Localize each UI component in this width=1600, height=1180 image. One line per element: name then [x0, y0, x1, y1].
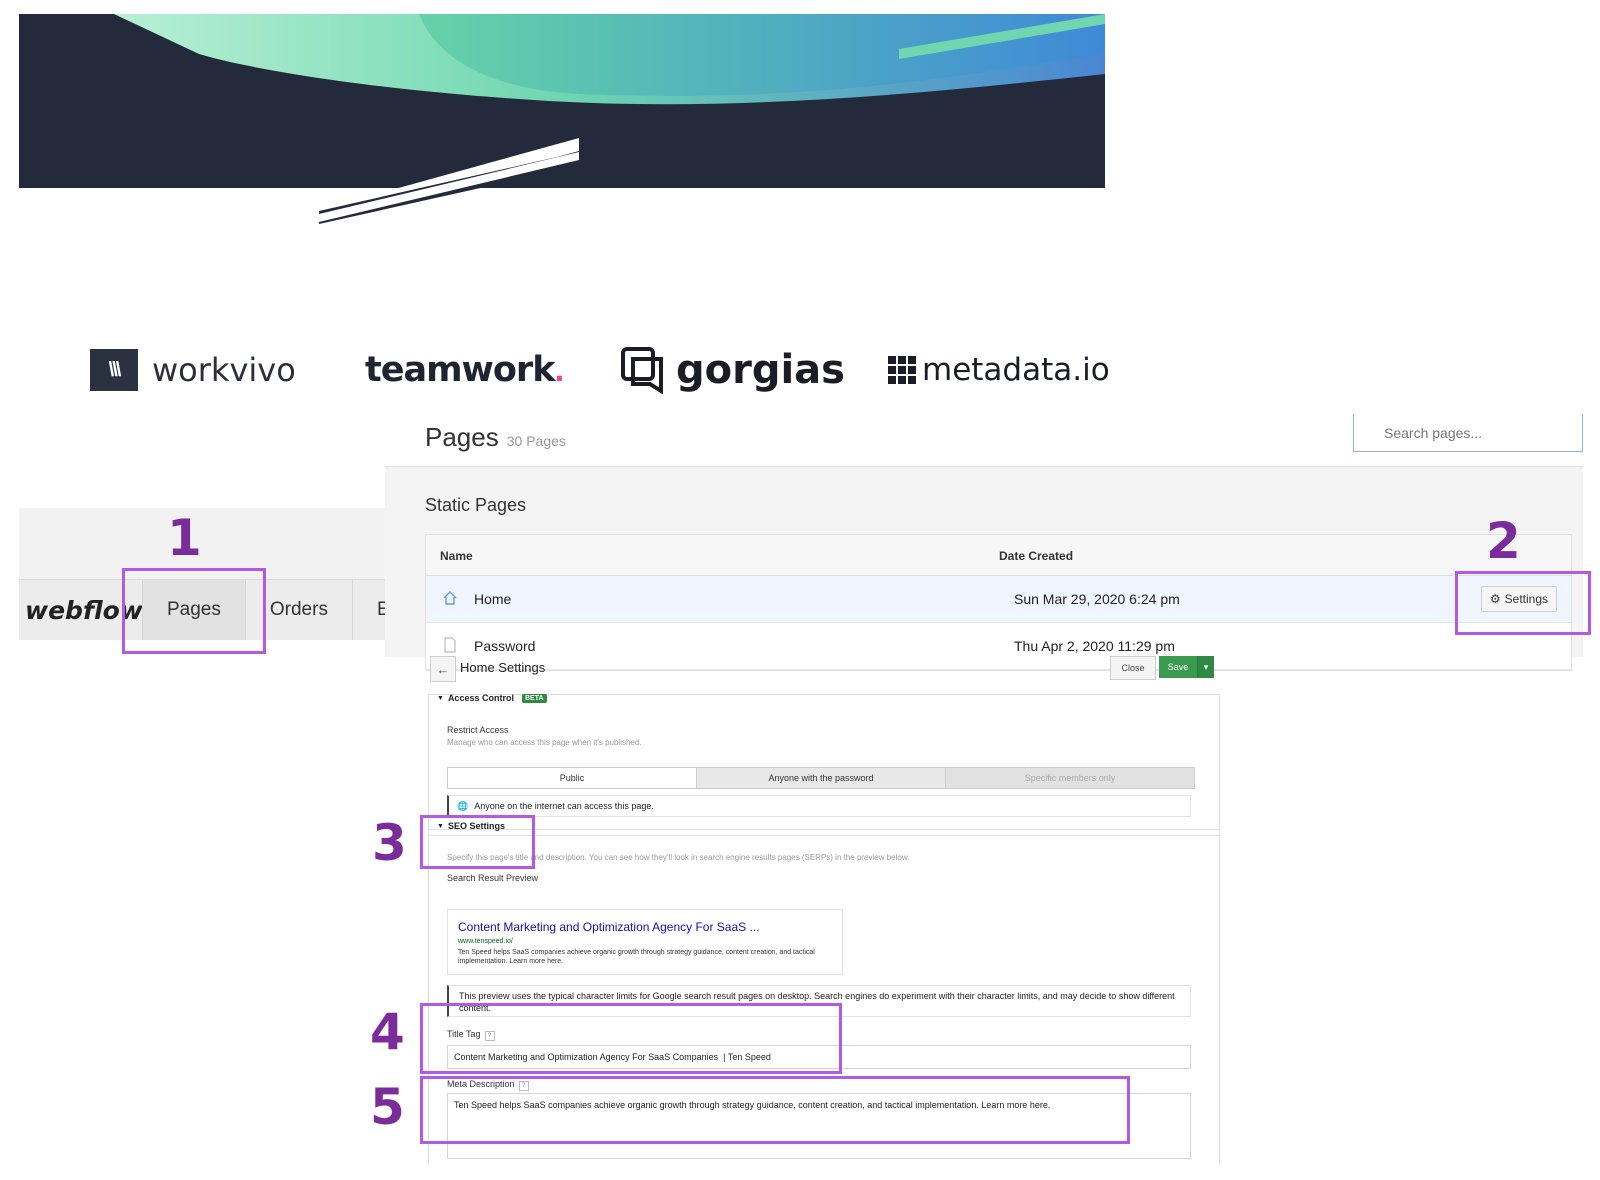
section-divider — [429, 835, 1219, 836]
caret-down-icon: ▼ — [437, 694, 444, 702]
gorgias-mark-icon — [621, 347, 663, 394]
annotation-box-5 — [420, 1076, 1130, 1144]
save-button[interactable]: Save — [1159, 656, 1197, 678]
serp-title: Content Marketing and Optimization Agenc… — [458, 920, 760, 934]
column-header-name: Name — [440, 549, 473, 563]
access-note-text: Anyone on the internet can access this p… — [474, 801, 654, 811]
serp-url: www.tenspeed.io/ — [458, 938, 513, 945]
restrict-access-hint: Manage who can access this page when it'… — [447, 738, 642, 747]
home-icon — [443, 591, 457, 605]
table-header: Name Date Created — [426, 535, 1571, 576]
table-row-home[interactable]: Home Sun Mar 29, 2020 6:24 pm ⚙ Settings — [426, 576, 1571, 623]
search-input[interactable] — [1353, 414, 1583, 452]
search-preview-label: Search Result Preview — [447, 873, 539, 883]
workvivo-wordmark: workvivo — [152, 351, 296, 389]
access-control-heading[interactable]: ▼ Access Control BETA — [437, 693, 547, 703]
page-title: Pages 30 Pages — [425, 422, 566, 453]
metadata-grid-icon — [888, 356, 916, 384]
annotation-number-3: 3 — [372, 814, 407, 872]
hero-banner-graphic — [19, 14, 1105, 234]
gorgias-logo: gorgias — [620, 340, 845, 400]
annotation-number-1: 1 — [167, 509, 202, 567]
annotation-number-4: 4 — [370, 1003, 405, 1061]
pages-count: 30 Pages — [506, 433, 566, 449]
workvivo-logo: \\\ workvivo — [90, 340, 296, 400]
access-control-title: Access Control — [447, 693, 514, 703]
search-result-preview: Content Marketing and Optimization Agenc… — [447, 909, 843, 975]
teamwork-dot: . — [554, 350, 565, 389]
document-icon — [444, 637, 456, 653]
pages-header: Pages 30 Pages — [385, 414, 1583, 466]
annotation-box-3 — [420, 815, 535, 869]
close-button[interactable]: Close — [1110, 656, 1156, 680]
row-date: Thu Apr 2, 2020 11:29 pm — [1014, 638, 1175, 654]
section-divider — [429, 829, 1219, 830]
static-pages-title: Static Pages — [425, 495, 527, 515]
pages-table: Name Date Created Home Sun Mar 29, 2020 … — [425, 534, 1572, 671]
column-header-date: Date Created — [999, 549, 1074, 563]
chevron-down-icon[interactable]: ▾ — [1197, 656, 1214, 678]
access-segmented-control: Public Anyone with the password Specific… — [447, 767, 1195, 789]
option-members: Specific members only — [946, 768, 1194, 788]
restrict-access-label: Restrict Access — [447, 725, 509, 735]
annotation-number-5: 5 — [370, 1078, 405, 1136]
back-arrow-icon[interactable]: ← — [430, 656, 456, 682]
pages-body: Static Pages Name Date Created Home Sun … — [385, 466, 1583, 671]
workvivo-mark-icon: \\\ — [90, 349, 138, 391]
home-settings-header: ← Home Settings Close Save ▾ — [430, 656, 1220, 686]
access-note: 🌐 Anyone on the internet can access this… — [447, 795, 1191, 817]
annotation-box-1 — [122, 568, 266, 654]
beta-badge: BETA — [521, 693, 547, 703]
globe-icon: 🌐 — [457, 800, 469, 811]
option-public[interactable]: Public — [448, 768, 697, 788]
teamwork-wordmark: teamwork — [365, 350, 555, 390]
annotation-box-4 — [420, 1003, 842, 1074]
gorgias-wordmark: gorgias — [676, 347, 845, 393]
row-name: Password — [474, 638, 536, 654]
option-password[interactable]: Anyone with the password — [697, 768, 946, 788]
annotation-number-2: 2 — [1486, 512, 1521, 570]
metadata-wordmark: metadata.io — [922, 352, 1110, 388]
annotation-box-2 — [1455, 571, 1591, 635]
row-date: Sun Mar 29, 2020 6:24 pm — [1014, 591, 1180, 607]
pages-title-text: Pages — [425, 422, 499, 452]
row-name: Home — [474, 591, 512, 607]
teamwork-logo: teamwork. — [365, 340, 564, 400]
serp-description: Ten Speed helps SaaS companies achieve o… — [458, 949, 815, 965]
home-settings-title: Home Settings — [460, 660, 546, 675]
metadata-logo: metadata.io — [888, 340, 1110, 400]
